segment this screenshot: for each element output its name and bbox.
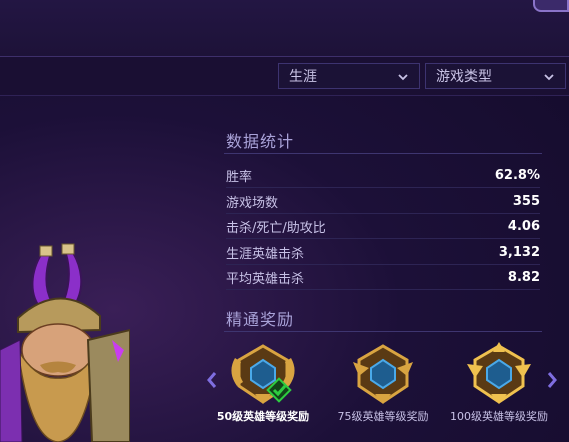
stat-value: 3,132 (498, 244, 540, 260)
stats-divider (224, 153, 542, 154)
reward-item-level-75[interactable]: 75级英雄等级奖励 (328, 342, 438, 442)
stat-label: 击杀/死亡/助攻比 (226, 220, 326, 236)
stat-value: 8.82 (507, 269, 540, 285)
stats-section-title: 数据统计 (226, 132, 295, 151)
reward-label: 100级英雄等级奖励 (450, 410, 548, 423)
stat-row-win-rate: 胜率 62.8% (226, 163, 540, 188)
corner-ornament (533, 0, 569, 12)
career-dropdown-label: 生涯 (289, 69, 317, 85)
chevron-down-icon (398, 74, 408, 81)
reward-label: 75级英雄等级奖励 (337, 410, 429, 423)
mastery-divider (224, 331, 542, 332)
game-mode-dropdown[interactable]: 游戏类型 (425, 63, 566, 89)
mastery-badge-icon (353, 344, 413, 404)
game-mode-dropdown-label: 游戏类型 (436, 69, 492, 85)
top-banner (0, 0, 569, 57)
stat-row-career-takedowns: 生涯英雄击杀 3,132 (226, 240, 540, 265)
hero-portrait (0, 243, 130, 442)
career-dropdown[interactable]: 生涯 (278, 63, 420, 89)
stat-value: 62.8% (494, 167, 540, 183)
mastery-badge-icon (467, 342, 531, 404)
reward-item-level-100[interactable]: 100级英雄等级奖励 (444, 342, 554, 442)
stat-row-avg-takedowns: 平均英雄击杀 8.82 (226, 265, 540, 290)
reward-label: 50级英雄等级奖励 (216, 410, 310, 423)
chevron-down-icon (544, 74, 554, 81)
stat-label: 平均英雄击杀 (226, 271, 305, 287)
mastery-section-title: 精通奖励 (226, 310, 295, 329)
reward-item-level-50[interactable]: 50级英雄等级奖励 (208, 342, 318, 442)
stat-row-games-played: 游戏场数 355 (226, 189, 540, 214)
stat-label: 游戏场数 (226, 195, 279, 211)
mastery-badge-icon (231, 344, 295, 404)
stat-value: 355 (512, 193, 540, 209)
stat-row-kda: 击杀/死亡/助攻比 4.06 (226, 214, 540, 239)
stat-value: 4.06 (507, 218, 540, 234)
stat-label: 胜率 (226, 169, 253, 185)
stat-label: 生涯英雄击杀 (226, 246, 305, 262)
